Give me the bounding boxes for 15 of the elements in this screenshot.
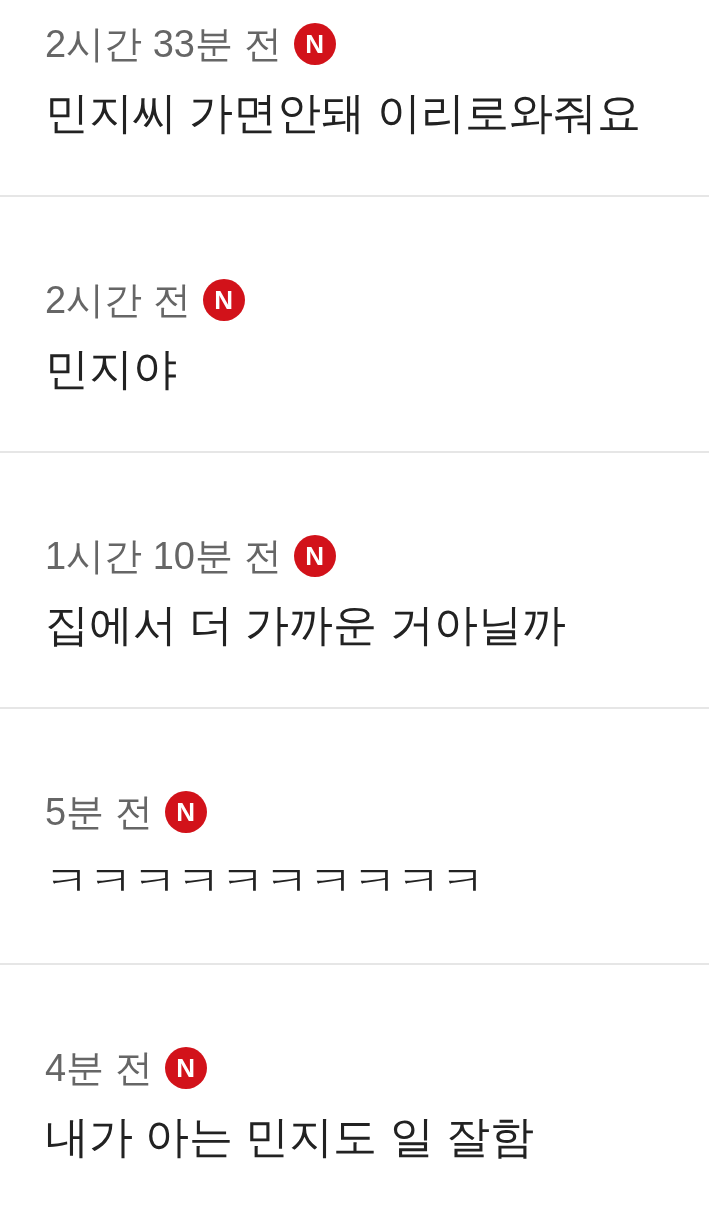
new-badge: N	[164, 791, 207, 833]
new-badge: N	[202, 279, 245, 321]
time-label: 1시간 10분 전	[45, 534, 282, 579]
comment-text: ㅋㅋㅋㅋㅋㅋㅋㅋㅋㅋ	[45, 855, 485, 907]
new-badge: N	[164, 1047, 207, 1089]
time-label: 5분 전	[45, 790, 153, 835]
time-label: 4분 전	[45, 1046, 153, 1091]
comment-text: 민지씨 가면안돼 이리로와줘요	[45, 87, 642, 139]
comment-text: 집에서 더 가까운 거아닐까	[45, 599, 566, 651]
comment-text: 내가 아는 민지도 일 잘함	[45, 1111, 534, 1163]
time-label: 2시간 전	[45, 278, 191, 323]
comment-text: 민지야	[45, 343, 177, 395]
new-badge: N	[293, 23, 336, 65]
time-label: 2시간 33분 전	[45, 22, 282, 67]
new-badge: N	[293, 535, 336, 577]
